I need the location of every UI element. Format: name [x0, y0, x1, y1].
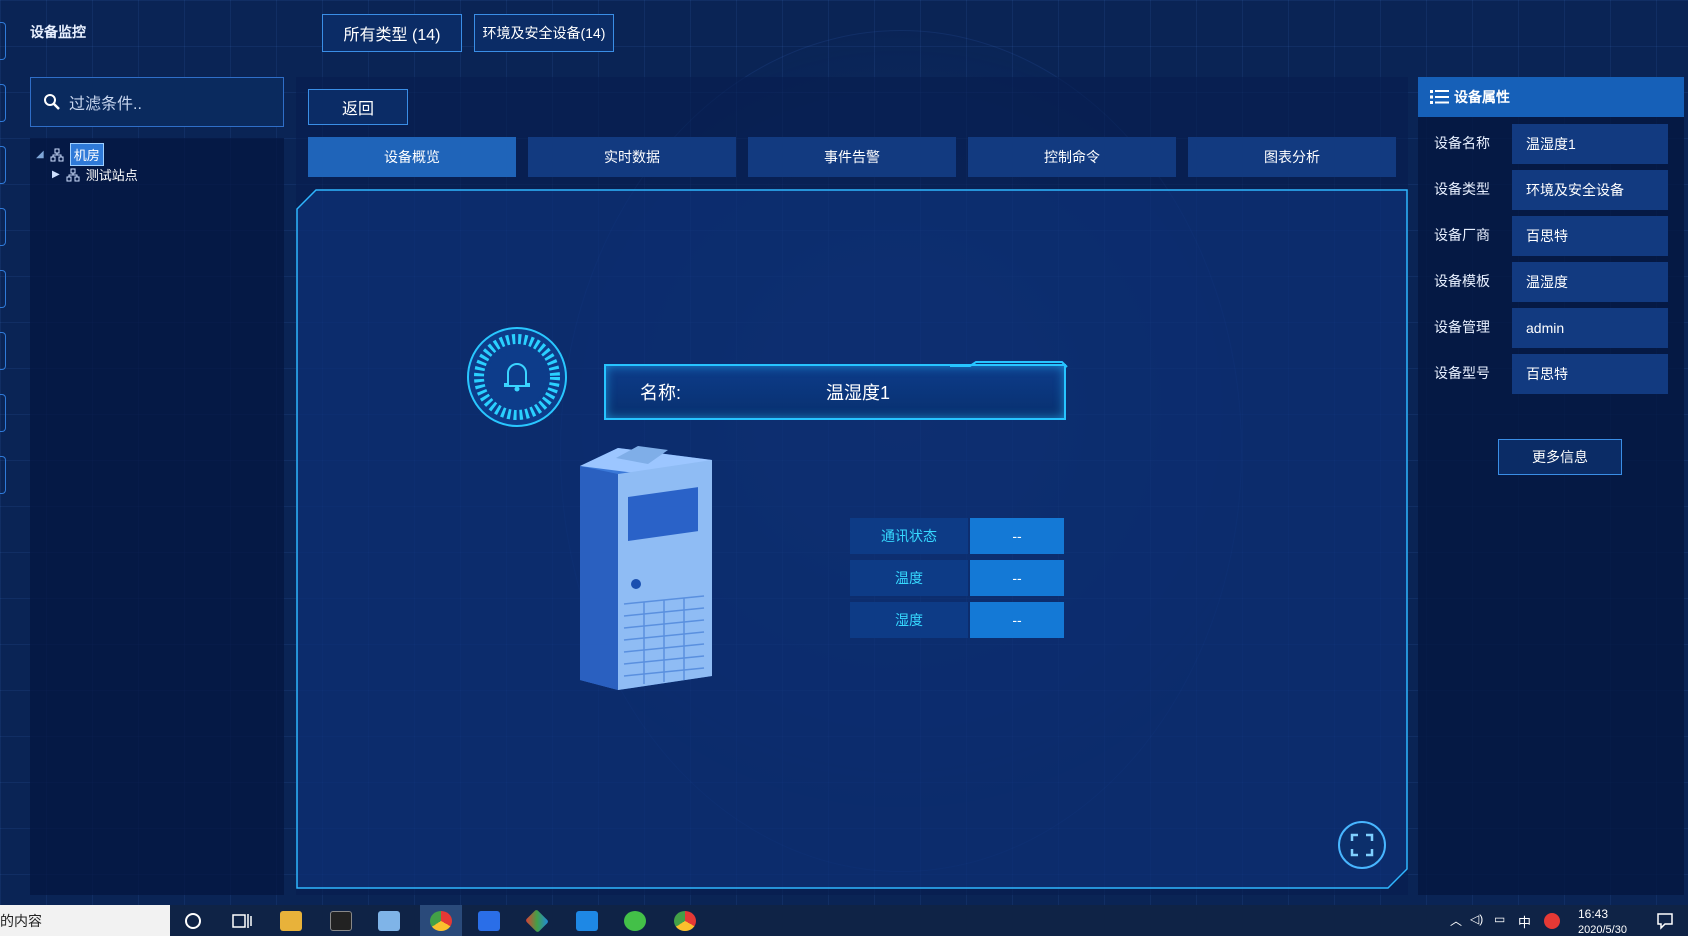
rail-tab[interactable]	[0, 84, 6, 122]
filter-placeholder: 过滤条件..	[69, 96, 142, 113]
fullscreen-icon	[1350, 833, 1374, 857]
env-safety-type-button[interactable]: 环境及安全设备(14)	[474, 14, 614, 52]
prop-value: admin	[1512, 308, 1668, 348]
device-name-box: 名称: 温湿度1	[604, 364, 1066, 420]
prop-value: 环境及安全设备	[1512, 170, 1668, 210]
sogou-ime-icon[interactable]	[1544, 913, 1560, 929]
notification-icon[interactable]	[1656, 912, 1674, 930]
metric-temperature-value: --	[970, 560, 1064, 596]
list-icon	[1430, 90, 1449, 104]
tree-node-root[interactable]: ◢ 机房	[36, 143, 104, 166]
taskbar	[0, 905, 1688, 936]
filter-input[interactable]: 过滤条件..	[30, 77, 284, 127]
taskbar-search-box[interactable]: 的内容	[0, 905, 170, 936]
prop-key: 设备厂商	[1434, 227, 1490, 243]
search-icon	[44, 94, 60, 110]
clock-date[interactable]: 2020/5/30	[1578, 924, 1627, 936]
expand-arrow-icon[interactable]: ▶	[52, 169, 60, 180]
properties-title: 设备属性	[1454, 89, 1510, 105]
prop-key: 设备管理	[1434, 319, 1490, 335]
prop-key: 设备模板	[1434, 273, 1490, 289]
ime-indicator[interactable]: 中	[1518, 912, 1531, 931]
tray-chevron-icon[interactable]: ︿	[1450, 912, 1462, 929]
tab-realtime-data[interactable]: 实时数据	[528, 137, 736, 177]
corner-accent-decoration	[950, 361, 1068, 368]
file-explorer-icon[interactable]	[280, 911, 302, 931]
rail-tab[interactable]	[0, 332, 6, 370]
cortana-icon[interactable]	[184, 912, 202, 930]
prop-key: 设备名称	[1434, 135, 1490, 151]
rail-tab[interactable]	[0, 456, 6, 494]
chrome-icon[interactable]	[674, 911, 696, 931]
metric-humidity-value: --	[970, 602, 1064, 638]
wps-icon[interactable]	[478, 911, 500, 931]
rail-tab[interactable]	[0, 394, 6, 432]
tab-event-alarms[interactable]: 事件告警	[748, 137, 956, 177]
rail-tab[interactable]	[0, 208, 6, 246]
tab-chart-analysis[interactable]: 图表分析	[1188, 137, 1396, 177]
tab-control-commands[interactable]: 控制命令	[968, 137, 1176, 177]
notepad-icon[interactable]	[378, 911, 400, 931]
tab-overview[interactable]: 设备概览	[308, 137, 516, 177]
name-label: 名称:	[640, 383, 682, 403]
metric-temperature-label: 温度	[850, 560, 968, 596]
prop-value: 百思特	[1512, 216, 1668, 256]
fullscreen-button[interactable]	[1338, 821, 1386, 869]
metric-comm-status-label: 通讯状态	[850, 518, 968, 554]
rail-tab[interactable]	[0, 270, 6, 308]
network-node-icon	[66, 168, 80, 181]
device-cabinet-image	[580, 446, 712, 690]
prop-value: 温湿度1	[1512, 124, 1668, 164]
prop-value: 温湿度	[1512, 262, 1668, 302]
vscode-icon[interactable]	[576, 911, 598, 931]
prop-key: 设备型号	[1434, 365, 1490, 381]
prop-value: 百思特	[1512, 354, 1668, 394]
properties-header: 设备属性	[1418, 77, 1684, 117]
metric-comm-status-value: --	[970, 518, 1064, 554]
rail-tab[interactable]	[0, 22, 6, 60]
task-view-icon[interactable]	[232, 912, 252, 930]
network-icon[interactable]: ▭	[1494, 912, 1505, 926]
clock-time[interactable]: 16:43	[1578, 907, 1608, 921]
terminal-icon[interactable]	[330, 911, 352, 931]
prop-key: 设备类型	[1434, 181, 1490, 197]
more-info-button[interactable]: 更多信息	[1498, 439, 1622, 475]
all-types-button[interactable]: 所有类型 (14)	[322, 14, 462, 52]
name-value: 温湿度1	[826, 383, 891, 403]
tree-node-label[interactable]: 机房	[69, 143, 104, 166]
taskbar-search-text: 的内容	[0, 912, 42, 929]
tree-node-child[interactable]: ▶ 测试站点	[52, 165, 138, 184]
tree-panel	[30, 138, 284, 895]
alarm-bell-icon	[467, 327, 567, 427]
collapse-arrow-icon[interactable]: ◢	[36, 149, 44, 160]
wechat-icon[interactable]	[624, 911, 646, 931]
chrome-icon[interactable]	[430, 911, 452, 931]
rail-tab[interactable]	[0, 146, 6, 184]
volume-icon[interactable]: ◁)	[1470, 912, 1483, 926]
back-button[interactable]: 返回	[308, 89, 408, 125]
network-node-icon	[50, 148, 64, 161]
page-title: 设备监控	[30, 24, 86, 40]
metric-humidity-label: 湿度	[850, 602, 968, 638]
tree-node-label[interactable]: 测试站点	[86, 165, 138, 184]
